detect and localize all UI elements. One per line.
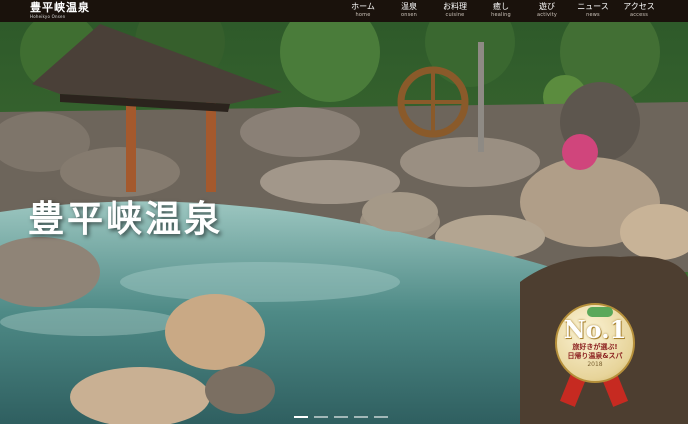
owl-icon xyxy=(587,307,613,317)
nav-item-cuisine[interactable]: お料理 cuisine xyxy=(432,0,478,19)
nav-item-news[interactable]: ニュース news xyxy=(570,0,616,19)
badge-rank: No.1 xyxy=(563,315,627,344)
slide-dot-5[interactable] xyxy=(374,416,388,418)
nav-item-healing[interactable]: 癒し healing xyxy=(478,0,524,19)
slide-indicators xyxy=(294,416,388,418)
hero-slideshow[interactable]: 豊平峡温泉 No.1 旅好きが選ぶ! 日帰り温泉&スパ 2018 xyxy=(0,22,688,424)
hero-title: 豊平峡温泉 xyxy=(28,198,224,240)
badge-medal: No.1 旅好きが選ぶ! 日帰り温泉&スパ 2018 xyxy=(555,303,635,383)
nav-item-activity[interactable]: 遊び activity xyxy=(524,0,570,19)
site-logo[interactable]: 豊平峡温泉 Hoheikyo Onsen xyxy=(30,1,100,20)
slide-dot-4[interactable] xyxy=(354,416,368,418)
nav-item-onsen[interactable]: 温泉 onsen xyxy=(386,0,432,19)
nav-item-home[interactable]: ホーム home xyxy=(340,0,386,19)
badge-line-1: 旅好きが選ぶ! xyxy=(572,343,618,351)
slide-dot-2[interactable] xyxy=(314,416,328,418)
nav-item-access[interactable]: アクセス access xyxy=(616,0,662,19)
slide-dot-3[interactable] xyxy=(334,416,348,418)
main-nav: ホーム home 温泉 onsen お料理 cuisine 癒し healing 遊び a… xyxy=(340,0,662,19)
site-header: 豊平峡温泉 Hoheikyo Onsen ホーム home 温泉 onsen お料理… xyxy=(0,0,688,22)
slide-dot-1[interactable] xyxy=(294,416,308,418)
badge-year: 2018 xyxy=(587,361,603,368)
logo-title: 豊平峡温泉 xyxy=(30,1,90,14)
logo-subtitle: Hoheikyo Onsen xyxy=(30,14,66,19)
badge-line-2: 日帰り温泉&スパ xyxy=(567,352,623,360)
award-badge: No.1 旅好きが選ぶ! 日帰り温泉&スパ 2018 xyxy=(551,303,639,407)
